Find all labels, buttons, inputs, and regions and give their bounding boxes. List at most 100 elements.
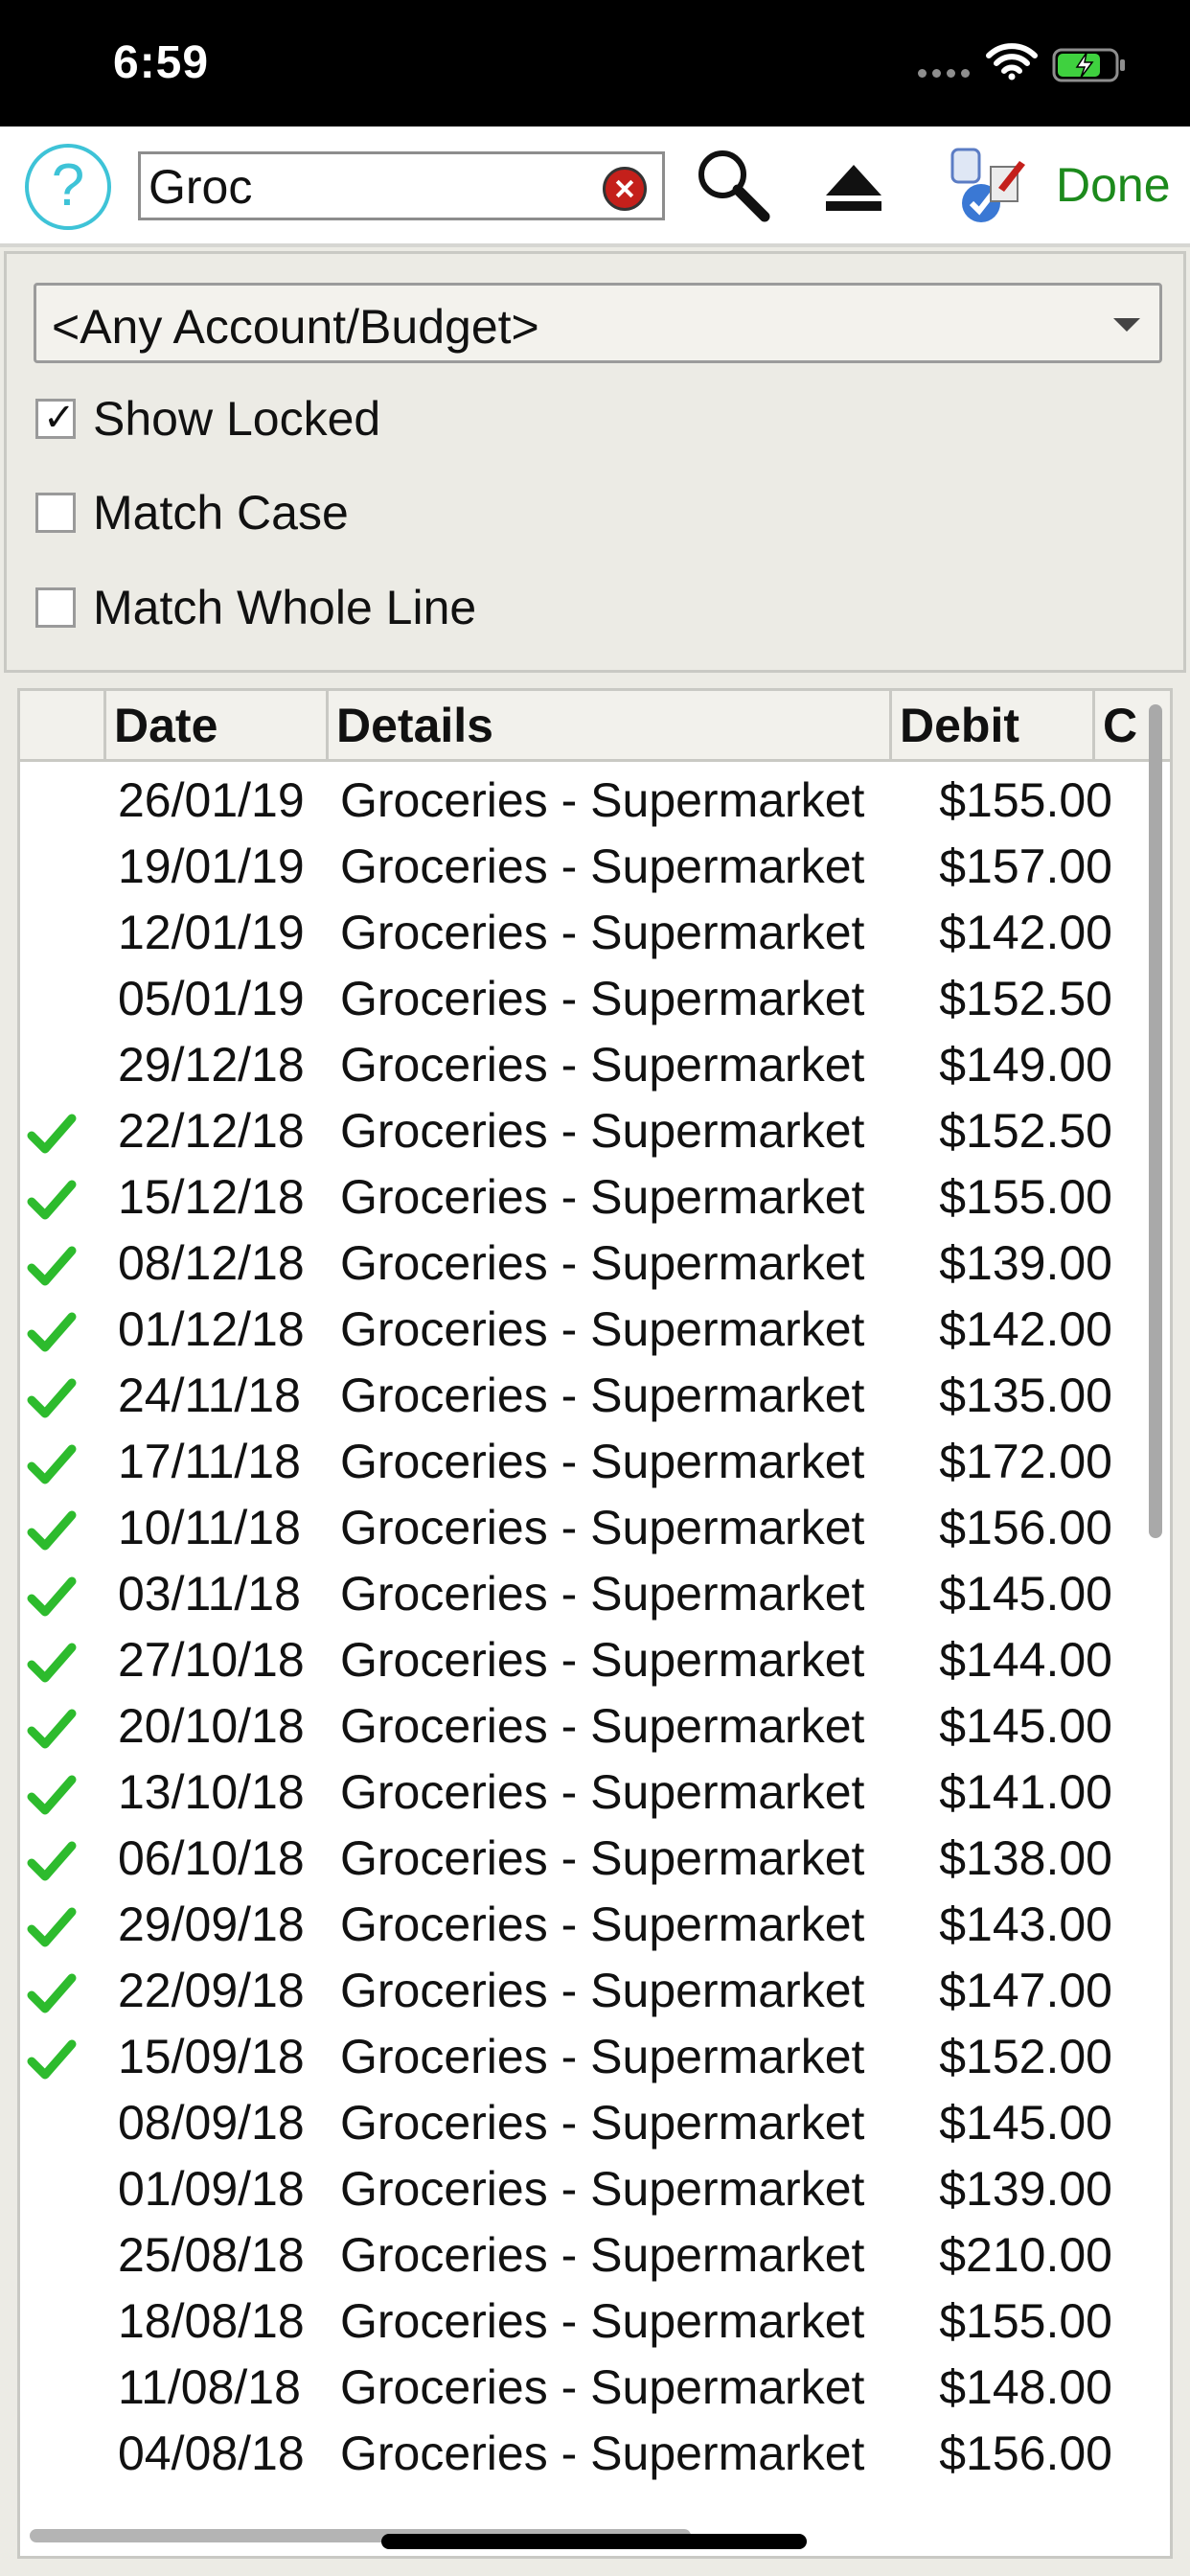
match-case-option[interactable]: Match Case [35,484,349,541]
green-check-icon [27,1510,77,1551]
help-button[interactable]: ? [25,144,111,230]
chevron-down-icon [1113,318,1140,332]
vertical-scroll-thumb[interactable] [1149,704,1162,1538]
row-debit: $152.50 [939,972,1112,1025]
status-bar: 6:59 [0,0,1190,126]
row-details: Groceries - Supermarket [340,1236,865,1290]
row-details: Groceries - Supermarket [340,2228,865,2282]
table-row[interactable]: 25/08/18 Groceries - Supermarket $210.00 [20,2222,1141,2288]
eject-icon[interactable] [822,161,885,215]
table-row[interactable]: 06/10/18 Groceries - Supermarket $138.00 [20,1826,1141,1892]
green-check-icon [27,1114,77,1154]
row-details: Groceries - Supermarket [340,1170,865,1224]
row-details: Groceries - Supermarket [340,1633,865,1687]
search-toolbar: ? Done [0,126,1190,247]
table-row[interactable]: 26/01/19 Groceries - Supermarket $155.00 [20,768,1141,834]
green-check-icon [27,1841,77,1881]
table-row[interactable]: 18/08/18 Groceries - Supermarket $155.00 [20,2288,1141,2355]
row-details: Groceries - Supermarket [340,1435,865,1488]
table-row[interactable]: 12/01/19 Groceries - Supermarket $142.00 [20,900,1141,966]
row-details: Groceries - Supermarket [340,906,865,959]
row-debit: $172.00 [939,1435,1112,1488]
table-row[interactable]: 15/12/18 Groceries - Supermarket $155.00 [20,1164,1141,1230]
row-details: Groceries - Supermarket [340,1567,865,1621]
table-row[interactable]: 04/08/18 Groceries - Supermarket $156.00 [20,2421,1141,2487]
clear-search-icon[interactable] [603,167,647,211]
table-row[interactable]: 13/10/18 Groceries - Supermarket $141.00 [20,1760,1141,1826]
search-field[interactable] [138,151,665,220]
table-row[interactable]: 24/11/18 Groceries - Supermarket $135.00 [20,1363,1141,1429]
table-row[interactable]: 05/01/19 Groceries - Supermarket $152.50 [20,966,1141,1032]
status-time: 6:59 [113,37,210,88]
green-check-icon [27,1180,77,1220]
row-date: 17/11/18 [118,1435,301,1488]
column-header-details[interactable]: Details [329,691,892,759]
row-debit: $157.00 [939,840,1112,893]
match-whole-line-option[interactable]: Match Whole Line [35,579,476,636]
row-debit: $156.00 [939,1501,1112,1554]
account-budget-select[interactable]: <Any Account/Budget> [34,283,1162,363]
row-details: Groceries - Supermarket [340,840,865,893]
row-date: 26/01/19 [118,773,305,827]
row-date: 25/08/18 [118,2228,305,2282]
row-date: 03/11/18 [118,1567,301,1621]
multi-select-icon[interactable] [943,144,1031,232]
row-debit: $147.00 [939,1964,1112,2017]
battery-charging-icon [1052,48,1125,82]
green-check-icon [27,1643,77,1683]
table-rows: 26/01/19 Groceries - Supermarket $155.00 19… [20,768,1141,2493]
show-locked-checkbox[interactable] [35,396,76,440]
table-row[interactable]: 08/09/18 Groceries - Supermarket $145.00 [20,2090,1141,2156]
row-date: 20/10/18 [118,1699,305,1753]
match-whole-line-label: Match Whole Line [93,581,477,634]
table-row[interactable]: 11/08/18 Groceries - Supermarket $148.00 [20,2355,1141,2421]
row-details: Groceries - Supermarket [340,2426,865,2480]
table-row[interactable]: 01/12/18 Groceries - Supermarket $142.00 [20,1297,1141,1363]
row-debit: $155.00 [939,773,1112,827]
match-whole-line-checkbox[interactable] [35,587,76,628]
row-details: Groceries - Supermarket [340,1038,865,1092]
row-date: 01/12/18 [118,1302,305,1356]
row-details: Groceries - Supermarket [340,1501,865,1554]
table-row[interactable]: 10/11/18 Groceries - Supermarket $156.00 [20,1495,1141,1561]
row-details: Groceries - Supermarket [340,2360,865,2414]
table-row[interactable]: 15/09/18 Groceries - Supermarket $152.00 [20,2024,1141,2090]
row-debit: $145.00 [939,1699,1112,1753]
match-case-checkbox[interactable] [35,493,76,533]
row-date: 08/12/18 [118,1236,305,1290]
row-date: 18/08/18 [118,2294,305,2348]
table-row[interactable]: 08/12/18 Groceries - Supermarket $139.00 [20,1230,1141,1297]
column-header-date[interactable]: Date [106,691,329,759]
table-row[interactable]: 28/07/18 Groceries - Supermarket $138.00 [20,2487,1141,2493]
home-indicator[interactable] [381,2534,807,2549]
row-debit: $144.00 [939,1633,1112,1687]
green-check-icon [27,1973,77,2013]
row-debit: $142.00 [939,906,1112,959]
table-row[interactable]: 27/10/18 Groceries - Supermarket $144.00 [20,1627,1141,1693]
row-debit: $143.00 [939,1898,1112,1951]
row-date: 24/11/18 [118,1368,301,1422]
column-header-status[interactable] [20,691,106,759]
row-date: 22/09/18 [118,1964,305,2017]
show-locked-option[interactable]: Show Locked [35,390,380,448]
search-input[interactable] [149,160,589,214]
row-debit: $138.00 [902,2487,1112,2493]
search-icon[interactable] [692,144,772,224]
table-row[interactable]: 17/11/18 Groceries - Supermarket $172.00 [20,1429,1141,1495]
table-row[interactable]: 03/11/18 Groceries - Supermarket $145.00 [20,1561,1141,1627]
table-row[interactable]: 01/09/18 Groceries - Supermarket $139.00 [20,2156,1141,2222]
table-row[interactable]: 20/10/18 Groceries - Supermarket $145.00 [20,1693,1141,1760]
table-row[interactable]: 19/01/19 Groceries - Supermarket $157.00 [20,834,1141,900]
table-header: Date Details Debit C [20,691,1170,762]
row-date: 15/12/18 [118,1170,305,1224]
green-check-icon [27,1576,77,1617]
done-button[interactable]: Done [1056,157,1171,213]
green-check-icon [27,1709,77,1749]
table-row[interactable]: 29/12/18 Groceries - Supermarket $149.00 [20,1032,1141,1098]
row-details: Groceries - Supermarket [340,2294,865,2348]
table-row[interactable]: 22/12/18 Groceries - Supermarket $152.50 [20,1098,1141,1164]
row-details: Groceries - Supermarket [340,2030,865,2083]
table-row[interactable]: 22/09/18 Groceries - Supermarket $147.00 [20,1958,1141,2024]
column-header-debit[interactable]: Debit [892,691,1095,759]
table-row[interactable]: 29/09/18 Groceries - Supermarket $143.00 [20,1892,1141,1958]
